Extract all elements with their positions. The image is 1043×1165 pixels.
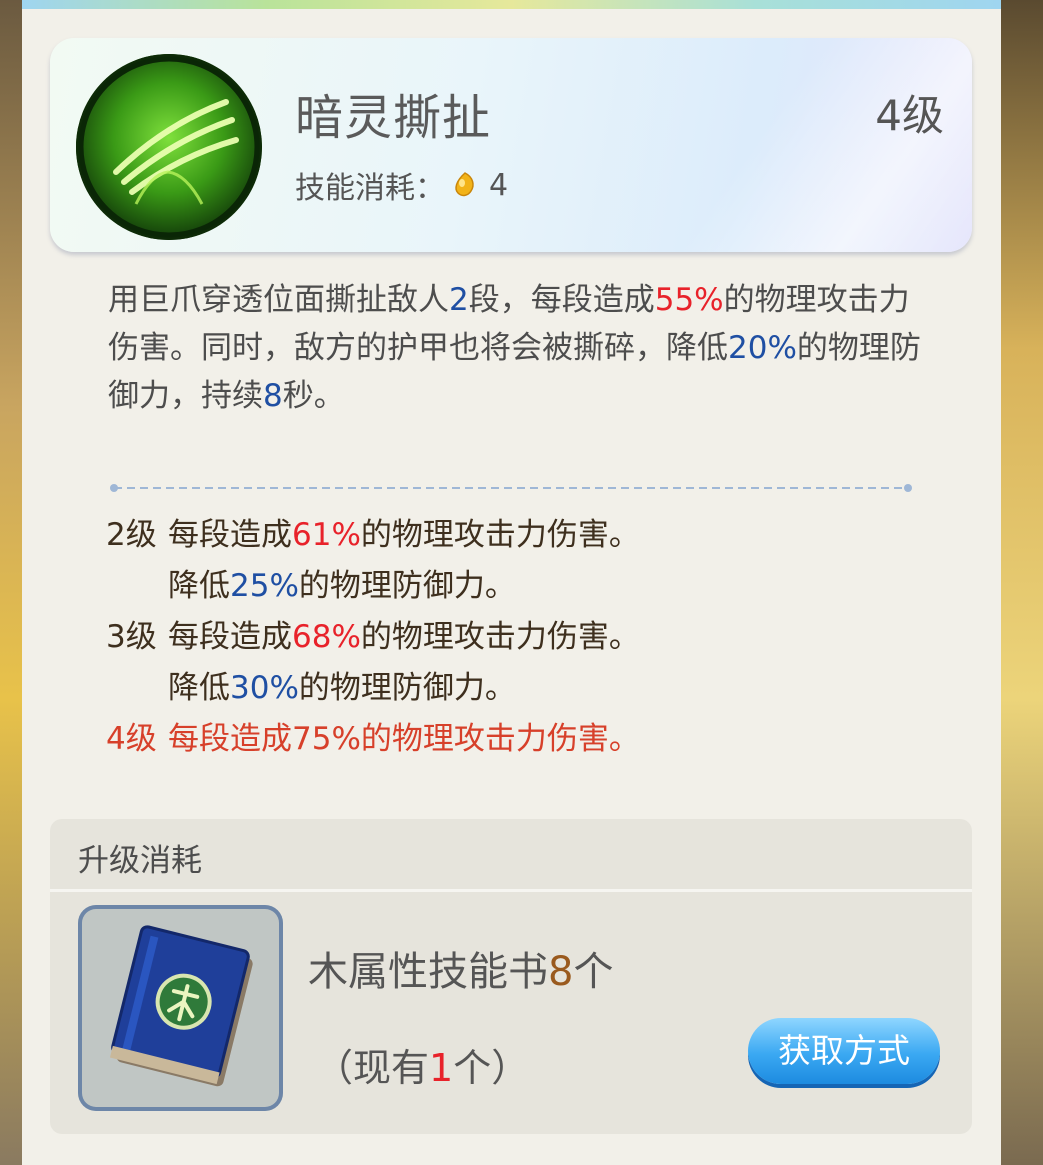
skill-book-icon	[109, 925, 253, 1087]
owned-count: （现有1个）	[315, 1046, 530, 1090]
skill-description: 用巨爪穿透位面撕扯敌人2段，每段造成55%的物理攻击力伤害。同时，敌方的护甲也将…	[108, 282, 921, 414]
dashed-divider	[110, 484, 912, 492]
level-row: 2级 每段造成 61% 的物理攻击力伤害。	[106, 517, 640, 553]
level-row: 3级 每段造成 68% 的物理攻击力伤害。	[106, 619, 640, 655]
level-row-reduce: 降低 30% 的物理防御力。	[168, 670, 516, 706]
background-right	[1001, 0, 1043, 1165]
energy-drop-icon	[455, 172, 474, 197]
upgrade-item-name: 木属性技能书8个	[308, 949, 614, 995]
level-row-current: 4级 每段造成 75% 的物理攻击力伤害。	[106, 721, 640, 757]
upgrade-cost-section: 升级消耗 木属性技能书8个 （现有1个） 获取方式	[50, 819, 972, 1134]
damage-percent: 55%	[654, 282, 724, 318]
skill-name: 暗灵撕扯	[295, 90, 492, 146]
level-upgrade-list[interactable]: 2级 每段造成 61% 的物理攻击力伤害。 降低 25% 的物理防御力。 3级 每段造成…	[106, 510, 926, 782]
hit-count: 2	[449, 282, 469, 318]
skill-claw-icon	[76, 54, 262, 240]
skill-cost: 技能消耗： 4	[295, 163, 508, 207]
skill-cost-label: 技能消耗：	[295, 171, 445, 206]
skill-book-item[interactable]	[78, 905, 283, 1111]
background-left	[0, 0, 22, 1165]
upgrade-title: 升级消耗	[78, 843, 202, 879]
get-method-button[interactable]: 获取方式	[748, 1018, 940, 1084]
skill-header-card: 暗灵撕扯 4级 技能消耗： 4	[50, 38, 972, 252]
owned-count-value: 1	[429, 1046, 454, 1090]
skill-cost-value: 4	[489, 167, 509, 203]
skill-level: 4级	[875, 91, 944, 140]
upgrade-item-count: 8	[548, 949, 574, 995]
duration-seconds: 8	[263, 378, 283, 414]
level-row-reduce: 降低 25% 的物理防御力。	[168, 568, 516, 604]
skill-detail-panel: 暗灵撕扯 4级 技能消耗： 4 用巨爪穿透位面撕扯敌人2段，每段造成55%的物理…	[22, 0, 1001, 1165]
armor-reduce-percent: 20%	[728, 330, 797, 366]
